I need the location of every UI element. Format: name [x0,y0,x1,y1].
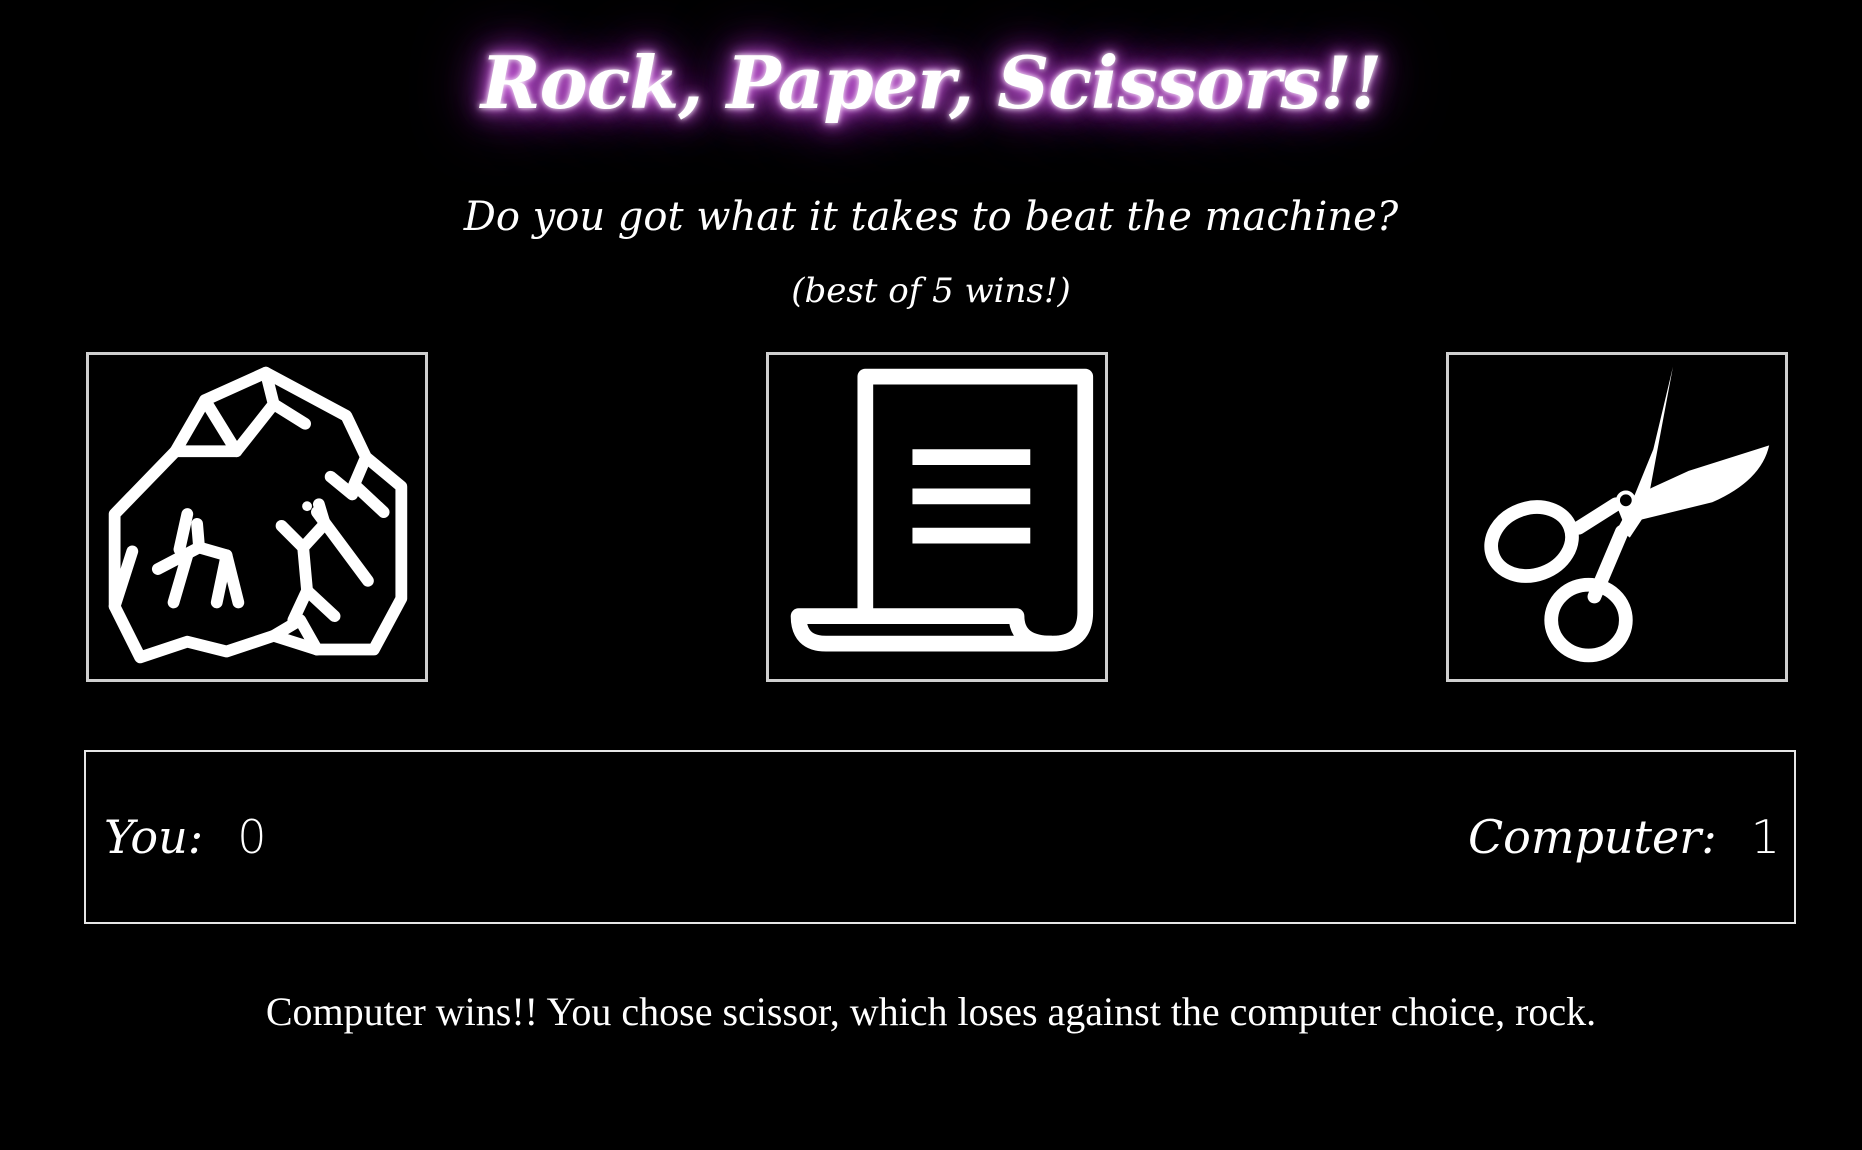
scissors-choice-button[interactable] [1446,352,1788,682]
paper-icon [790,368,1094,652]
rules-note: (best of 5 wins!) [791,271,1071,311]
rock-icon [108,366,408,664]
page-subtitle: Do you got what it takes to beat the mac… [463,194,1399,240]
page-title: Rock, Paper, Scissors!! [480,40,1383,125]
player-score-value: 0 [237,810,267,864]
player-score-label: You: [104,810,204,864]
round-result-message: Computer wins!! You chose scissor, which… [265,989,1597,1034]
rock-choice-button[interactable] [86,352,428,682]
scissors-icon [1484,366,1770,663]
computer-score: Computer: 1 [1468,752,1780,922]
player-score: You: 0 [104,752,266,922]
computer-score-value: 1 [1750,810,1780,864]
computer-score-label: Computer: [1467,810,1717,864]
paper-choice-button[interactable] [766,352,1108,682]
scoreboard: You: 0 Computer: 1 [84,750,1796,924]
